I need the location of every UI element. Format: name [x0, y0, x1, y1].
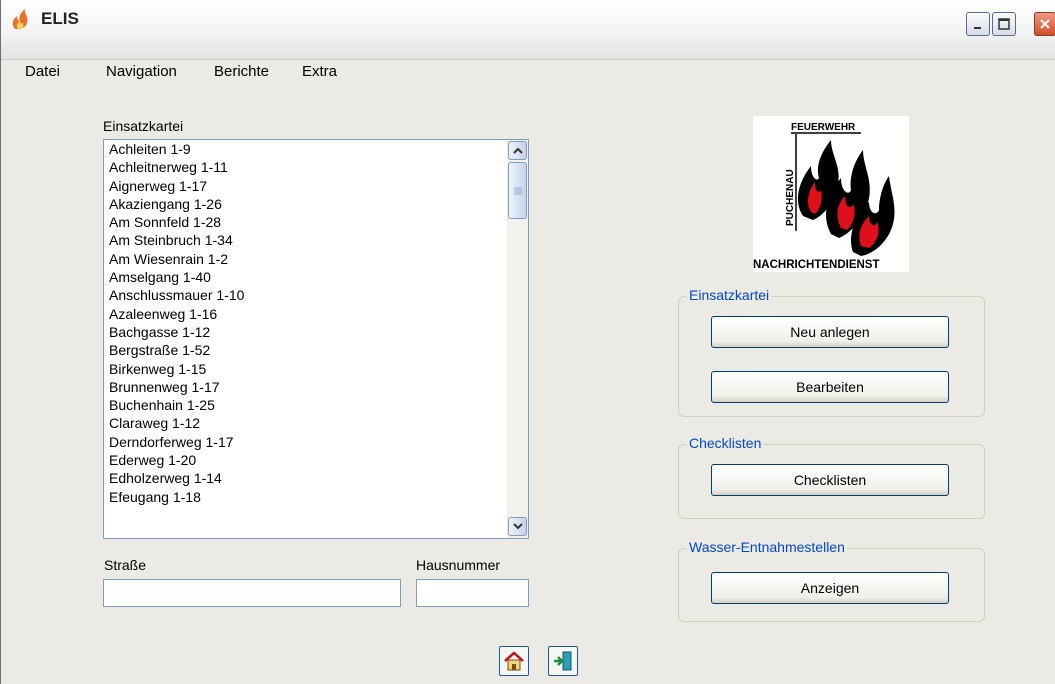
list-item[interactable]: Bergstraße 1-52: [104, 341, 528, 359]
scroll-thumb[interactable]: [508, 162, 527, 219]
checklisten-button[interactable]: Checklisten: [711, 464, 949, 496]
list-item[interactable]: Efeugang 1-18: [104, 488, 528, 506]
menu-extra[interactable]: Extra: [301, 63, 338, 80]
scroll-down-button[interactable]: [508, 517, 527, 536]
list-item[interactable]: Buchenhain 1-25: [104, 396, 528, 414]
list-item[interactable]: Am Steinbruch 1-34: [104, 231, 528, 249]
list-item[interactable]: Anschlussmauer 1-10: [104, 286, 528, 304]
anzeigen-button[interactable]: Anzeigen: [711, 572, 949, 604]
list-item[interactable]: Derndorferweg 1-17: [104, 433, 528, 451]
logo-top-text: FEUERWEHR: [791, 122, 856, 133]
hausnummer-input[interactable]: [416, 579, 529, 607]
bearbeiten-button[interactable]: Bearbeiten: [711, 371, 949, 403]
strasse-label: Straße: [104, 557, 147, 573]
exit-door-icon: [554, 651, 572, 671]
menu-navigation[interactable]: Navigation: [105, 63, 178, 80]
home-icon: [504, 651, 524, 671]
logo-bottom-text: NACHRICHTENDIENST: [753, 259, 880, 271]
street-listbox[interactable]: Achleiten 1-9 Achleitnerweg 1-11 Aignerweg…: [103, 139, 529, 539]
chevron-up-icon: [512, 147, 523, 154]
scroll-up-button[interactable]: [508, 141, 527, 160]
list-item[interactable]: Claraweg 1-12: [104, 414, 528, 432]
group-wasser-legend: Wasser-Entnahmestellen: [687, 539, 847, 555]
chevron-down-icon: [512, 523, 523, 530]
close-icon: [1040, 19, 1050, 29]
list-item[interactable]: Brunnenweg 1-17: [104, 378, 528, 396]
list-item[interactable]: Akaziengang 1-26: [104, 195, 528, 213]
list-item[interactable]: Achleiten 1-9: [104, 140, 528, 158]
list-item[interactable]: Aignerweg 1-17: [104, 177, 528, 195]
list-item[interactable]: Edholzerweg 1-14: [104, 469, 528, 487]
menu-datei[interactable]: Datei: [24, 63, 61, 80]
list-item[interactable]: Bachgasse 1-12: [104, 323, 528, 341]
menu-berichte[interactable]: Berichte: [213, 63, 270, 80]
list-item[interactable]: Achleitnerweg 1-11: [104, 158, 528, 176]
grip-icon: [513, 187, 522, 194]
hausnummer-label: Hausnummer: [416, 557, 501, 573]
strasse-input[interactable]: [103, 579, 401, 607]
list-scrollbar[interactable]: [507, 140, 528, 538]
list-item[interactable]: Azaleenweg 1-16: [104, 305, 528, 323]
minimize-button[interactable]: [966, 12, 990, 36]
window-title: ELIS: [41, 9, 79, 28]
title-bar[interactable]: ELIS: [1, 0, 1055, 60]
list-item[interactable]: Birkenweg 1-15: [104, 360, 528, 378]
neu-anlegen-button[interactable]: Neu anlegen: [711, 316, 949, 348]
home-button[interactable]: [499, 646, 529, 676]
exit-button[interactable]: [548, 646, 578, 676]
logo-side-text: PUCHENAU: [785, 169, 796, 226]
logo-flames-image: FEUERWEHR PUCHENAU NACHRICHTENDIENST: [753, 122, 895, 271]
feuerwehr-logo: FEUERWEHR PUCHENAU NACHRICHTENDIENST: [753, 116, 909, 272]
list-item[interactable]: Am Sonnfeld 1-28: [104, 213, 528, 231]
app-flame-icon: [12, 9, 28, 29]
minimize-icon: [974, 27, 981, 29]
maximize-icon: [998, 18, 1010, 30]
list-item[interactable]: Am Wiesenrain 1-2: [104, 250, 528, 268]
group-einsatzkartei-legend: Einsatzkartei: [687, 287, 772, 303]
list-item[interactable]: Ederweg 1-20: [104, 451, 528, 469]
menu-bar: Datei Navigation Berichte Extra: [1, 61, 1055, 87]
app-window: ELIS Datei Navigation Berichte Extra Ein…: [0, 0, 1055, 684]
maximize-button[interactable]: [992, 12, 1016, 36]
group-checklisten-legend: Checklisten: [687, 435, 764, 451]
list-items: Achleiten 1-9 Achleitnerweg 1-11 Aignerweg…: [104, 140, 528, 506]
close-button[interactable]: [1034, 12, 1055, 36]
list-label: Einsatzkartei: [103, 118, 184, 134]
list-item[interactable]: Amselgang 1-40: [104, 268, 528, 286]
